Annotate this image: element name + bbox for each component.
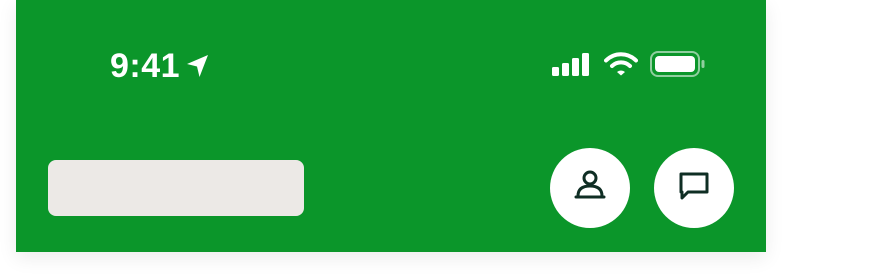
- wifi-icon: [604, 51, 638, 81]
- chat-bubble-icon: [674, 166, 714, 211]
- status-time-group: 9:41: [110, 46, 212, 86]
- status-time: 9:41: [110, 47, 181, 85]
- search-placeholder-bar[interactable]: [48, 160, 304, 216]
- location-arrow-icon: [184, 52, 212, 80]
- header-toolbar: [16, 140, 766, 236]
- battery-icon: [650, 50, 706, 82]
- account-button[interactable]: [550, 148, 630, 228]
- cellular-signal-icon: [552, 52, 592, 81]
- person-icon: [570, 166, 610, 211]
- messages-button[interactable]: [654, 148, 734, 228]
- app-header: 9:41: [16, 0, 766, 252]
- status-bar: 9:41: [16, 0, 766, 110]
- status-icons: [552, 50, 706, 82]
